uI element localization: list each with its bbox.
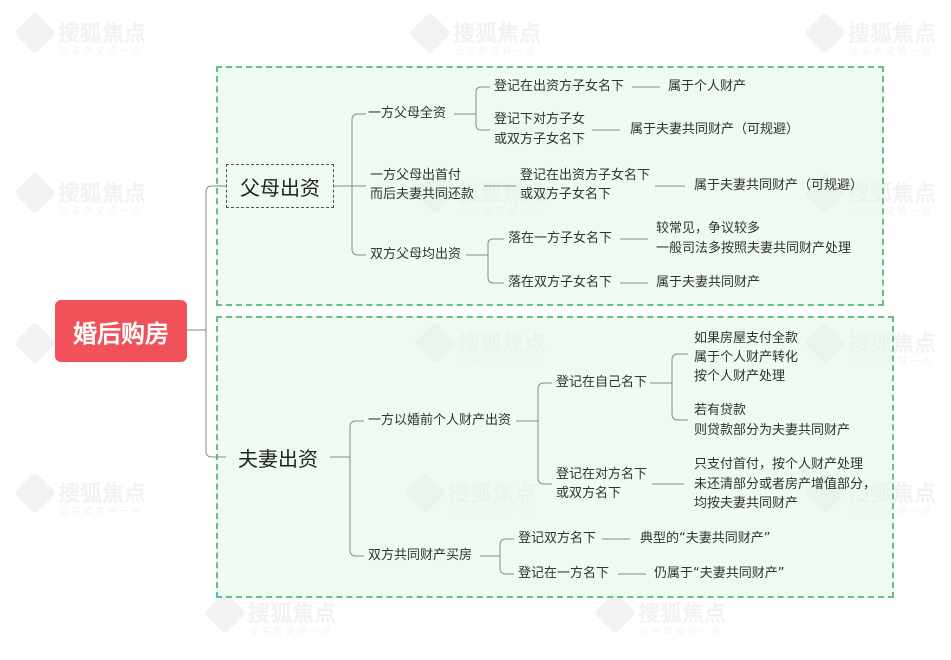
both-register-both-node: 落在双方子女名下 <box>508 275 613 290</box>
downpayment-register-line2: 或双方子女名下 <box>520 187 612 202</box>
premarital-other-result-1: 只支付首付，按个人财产处理 <box>694 457 864 472</box>
joint-register-both-result: 典型的“夫妻共同财产” <box>640 531 771 546</box>
both-register-one-node: 落在一方子女名下 <box>508 231 613 246</box>
root-node: 婚后购房 <box>55 300 187 362</box>
downpayment-result: 属于夫妻共同财产（可规避） <box>694 178 864 193</box>
one-full-register-other-line2: 或双方子女名下 <box>494 132 586 147</box>
parents-contribution-node: 父母出资 <box>226 164 334 208</box>
both-register-one-result2: 一般司法多按照夫妻共同财产处理 <box>656 241 852 256</box>
one-full-register-other-line1: 登记下对方子女 <box>494 112 586 127</box>
downpayment-register-line1: 登记在出资方子女名下 <box>520 168 651 183</box>
joint-funds-node: 双方共同财产买房 <box>368 548 473 563</box>
one-parent-downpayment-line1: 一方父母出首付 <box>370 168 462 183</box>
one-parent-downpayment-line2: 而后夫妻共同还款 <box>370 187 475 202</box>
premarital-own-result-2: 属于个人财产转化 <box>694 350 799 365</box>
premarital-own-result-5: 则贷款部分为夫妻共同财产 <box>694 423 851 438</box>
couple-contribution-node: 夫妻出资 <box>238 446 318 471</box>
premarital-register-own-node: 登记在自己名下 <box>556 375 648 390</box>
both-register-both-result: 属于夫妻共同财产 <box>656 275 761 290</box>
both-register-one-result1: 较常见，争议较多 <box>656 221 761 236</box>
one-full-register-other-result: 属于夫妻共同财产（可规避） <box>630 122 800 137</box>
premarital-own-result-1: 如果房屋支付全款 <box>694 331 799 346</box>
premarital-own-result-4: 若有贷款 <box>694 403 747 418</box>
premarital-register-other-line2: 或双方名下 <box>556 486 622 501</box>
premarital-other-result-2: 未还清部分或者房产增值部分， <box>694 477 877 492</box>
joint-register-one-node: 登记在一方名下 <box>518 566 610 581</box>
premarital-funds-node: 一方以婚前个人财产出资 <box>368 413 512 428</box>
premarital-register-other-line1: 登记在对方名下 <box>556 467 648 482</box>
both-parents-node: 双方父母均出资 <box>370 247 462 262</box>
one-parent-full-node: 一方父母全资 <box>368 106 447 121</box>
one-full-register-own-node: 登记在出资方子女名下 <box>494 79 625 94</box>
premarital-own-result-3: 按个人财产处理 <box>694 369 786 384</box>
premarital-other-result-3: 均按夫妻共同财产 <box>694 496 799 511</box>
joint-register-one-result: 仍属于“夫妻共同财产” <box>654 566 785 581</box>
joint-register-both-node: 登记双方名下 <box>518 531 597 546</box>
one-full-register-own-result: 属于个人财产 <box>668 79 747 94</box>
